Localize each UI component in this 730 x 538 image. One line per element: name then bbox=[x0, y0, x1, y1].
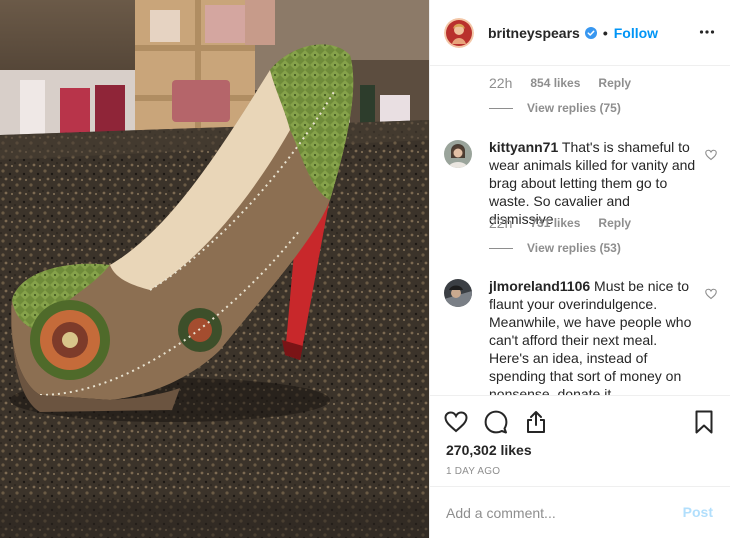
comment-composer: Post bbox=[430, 486, 730, 538]
comment-text: jlmoreland1106 Must be nice to flaunt yo… bbox=[489, 277, 697, 395]
bookmark-icon[interactable] bbox=[692, 410, 716, 434]
comment-username[interactable]: jlmoreland1106 bbox=[489, 278, 590, 294]
follow-button[interactable]: Follow bbox=[614, 25, 658, 41]
post-actions: 270,302 likes 1 DAY AGO bbox=[430, 395, 730, 485]
comment-input[interactable] bbox=[446, 504, 666, 521]
reply-button[interactable]: Reply bbox=[598, 216, 631, 230]
post-username[interactable]: britneyspears bbox=[488, 25, 580, 41]
comment-icon[interactable] bbox=[484, 410, 508, 434]
post-button[interactable]: Post bbox=[683, 504, 713, 520]
comment-body: Must be nice to flaunt your overindulgen… bbox=[489, 278, 692, 395]
verified-icon bbox=[584, 26, 597, 39]
comment-time: 22h bbox=[489, 75, 513, 91]
avatar[interactable] bbox=[444, 279, 472, 307]
comments-list[interactable]: 22h 854 likes Reply View replies (75) ki… bbox=[430, 67, 730, 395]
more-icon[interactable] bbox=[699, 24, 715, 40]
view-replies-button[interactable]: View replies (75) bbox=[489, 101, 621, 115]
share-icon[interactable] bbox=[524, 410, 548, 434]
comment-likes[interactable]: 854 likes bbox=[530, 76, 580, 90]
avatar[interactable] bbox=[444, 140, 472, 168]
post-sidebar: britneyspears • Follow 22h 854 likes Rep… bbox=[429, 0, 730, 538]
comment-meta: 22h 731 likes Reply bbox=[489, 215, 631, 231]
post-date: 1 DAY AGO bbox=[446, 466, 501, 477]
comment: jlmoreland1106 Must be nice to flaunt yo… bbox=[444, 277, 724, 395]
comment-username[interactable]: kittyann71 bbox=[489, 139, 558, 155]
header-separator: • bbox=[602, 24, 608, 41]
comment-likes[interactable]: 731 likes bbox=[530, 216, 580, 230]
post-photo[interactable] bbox=[0, 0, 429, 538]
comment-time: 22h bbox=[489, 215, 513, 231]
view-replies-label: View replies (53) bbox=[527, 241, 621, 255]
replies-line bbox=[489, 247, 513, 249]
view-replies-button[interactable]: View replies (53) bbox=[489, 241, 621, 255]
reply-button[interactable]: Reply bbox=[598, 76, 631, 90]
likes-count[interactable]: 270,302 likes bbox=[446, 442, 532, 458]
post-header: britneyspears • Follow bbox=[430, 0, 730, 66]
comment-meta: 22h 854 likes Reply bbox=[489, 75, 631, 91]
view-replies-label: View replies (75) bbox=[527, 101, 621, 115]
avatar[interactable] bbox=[444, 17, 474, 48]
small-heart-icon[interactable] bbox=[705, 149, 717, 161]
comment: kittyann71 That's is shameful to wear an… bbox=[444, 139, 724, 227]
shoe-photo bbox=[0, 0, 429, 538]
replies-line bbox=[489, 107, 513, 109]
small-heart-icon[interactable] bbox=[705, 288, 717, 300]
heart-icon[interactable] bbox=[444, 410, 468, 434]
